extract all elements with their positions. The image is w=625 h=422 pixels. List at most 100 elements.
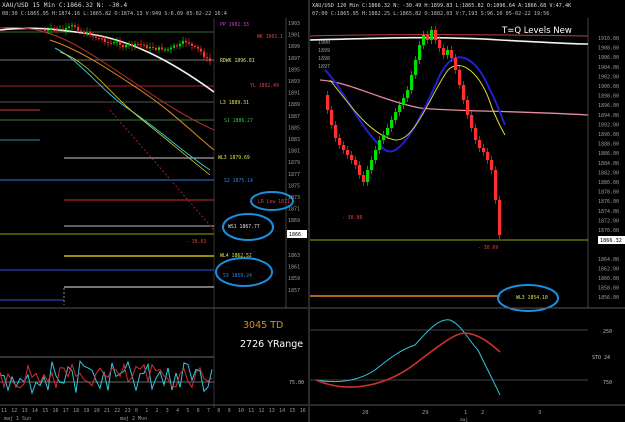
candle (406, 90, 410, 98)
candle (362, 175, 366, 182)
right-price-label: 1892.00 (598, 122, 619, 128)
candle (209, 58, 211, 62)
candle (482, 148, 486, 152)
candle (119, 41, 121, 46)
candle (346, 150, 350, 155)
r-label-wl3: WL3 1854.10 (516, 295, 548, 301)
r-ind-sto: STO 24 (592, 355, 610, 361)
left-time-label: 22 (114, 408, 120, 414)
left-price-label: 1899 (288, 44, 300, 50)
left-time-label: 11 (248, 408, 254, 414)
left-price-label: 1897 (288, 56, 300, 62)
candle (71, 25, 73, 27)
right-price-label: 1900.00 (598, 84, 619, 90)
candle (134, 43, 136, 47)
label-wk: WK 1901.1 (257, 34, 283, 40)
label-l3: L3 1889.31 (220, 100, 249, 106)
left-price-label: 1895 (288, 67, 300, 73)
left-chart-pane[interactable]: XAU/USD 15 Min C:1866.32 N: -30.4 08:30 … (0, 0, 308, 422)
candle (206, 57, 208, 59)
r-label-neg1: - 30.08 (342, 215, 362, 221)
right-price-label: 1856.00 (598, 295, 619, 301)
left-price-label: 1901 (288, 33, 300, 39)
candle (334, 125, 338, 138)
right-chart-header: XAU/USD 120 Min C:1866.32 N: -30.49 H:18… (312, 3, 572, 9)
date-label-1: maj 1 Sun (4, 416, 31, 422)
candle (326, 95, 330, 110)
right-price-label: 1862.00 (598, 266, 619, 272)
candle (53, 27, 55, 29)
candle (370, 160, 374, 170)
trading-workspace: XAU/USD 15 Min C:1866.32 N: -30.4 08:30 … (0, 0, 625, 422)
candle (426, 35, 430, 40)
candle (197, 46, 199, 49)
r-date-maj: maj (460, 417, 468, 422)
candle (164, 49, 166, 51)
left-time-label: 15 (42, 408, 48, 414)
left-time-label: 6 (197, 408, 200, 414)
r-oscillator-cyan (315, 319, 501, 396)
candle (200, 48, 202, 52)
pane-splitter[interactable] (308, 0, 310, 422)
candle (65, 27, 67, 30)
left-time-label: 17 (63, 408, 69, 414)
candle (470, 115, 474, 128)
candle (442, 48, 446, 55)
candle (354, 160, 358, 165)
candle (398, 105, 402, 112)
r-date-29: 29 (422, 410, 429, 416)
left-time-label: 4 (176, 408, 179, 414)
label-rdwk: RDWK 1896.81 (220, 58, 255, 64)
candle (101, 38, 103, 40)
candle (386, 128, 390, 135)
left-price-label: 1891 (288, 91, 300, 97)
candle (116, 41, 118, 43)
right-price-axis[interactable]: 1910.00 1908.00 1906.00 1904.00 1902.00 1900.… (598, 36, 619, 301)
left-chart-header: XAU/USD 15 Min C:1866.32 N: -30.4 (2, 2, 127, 9)
r-date-28: 28 (362, 410, 369, 416)
candle (125, 45, 127, 48)
left-price-label: 1877 (288, 172, 300, 178)
left-price-label: 1889 (288, 102, 300, 108)
candle (56, 28, 58, 30)
right-price-label: 1872.00 (598, 218, 619, 224)
candle (188, 42, 190, 44)
candle (454, 58, 458, 70)
candle (374, 150, 378, 160)
right-price-label: 1876.00 (598, 199, 619, 205)
left-price-label: 1863 (288, 253, 300, 259)
left-price-label: 1879 (288, 160, 300, 166)
candle (110, 42, 112, 44)
candle (107, 42, 109, 44)
right-chart-pane[interactable]: XAU/USD 120 Min C:1866.32 N: -30.49 H:18… (309, 3, 625, 422)
left-time-label: 12 (259, 408, 265, 414)
right-price-label: 1890.00 (598, 132, 619, 138)
left-time-label: 0 (135, 408, 138, 414)
right-price-label: 1894.00 (598, 113, 619, 119)
r-label-neg2: - 30.69 (478, 245, 498, 251)
candle (498, 200, 502, 235)
osc-level-label: 75.00 (289, 380, 304, 386)
right-price-label: 1902.00 (598, 74, 619, 80)
left-time-label: 13 (269, 408, 275, 414)
left-time-label: 20 (94, 408, 100, 414)
candle (402, 98, 406, 105)
candle (62, 28, 64, 30)
label-yl: YL 1892.49 (250, 83, 279, 89)
right-price-label: 1884.00 (598, 161, 619, 167)
candle (418, 45, 422, 60)
candle (203, 51, 205, 58)
r-ma-pink (319, 79, 589, 116)
candle (330, 110, 334, 125)
candle (458, 70, 462, 85)
r-date-2: 2 (481, 410, 484, 416)
candle (438, 40, 442, 48)
candle (44, 30, 46, 31)
right-price-label: 1898.00 (598, 94, 619, 100)
candle (152, 46, 154, 48)
label-lalow: LR Low 1871 (258, 199, 290, 205)
right-price-label: 1886.00 (598, 151, 619, 157)
candle (143, 44, 145, 46)
candle (104, 38, 106, 43)
candle (59, 28, 61, 30)
